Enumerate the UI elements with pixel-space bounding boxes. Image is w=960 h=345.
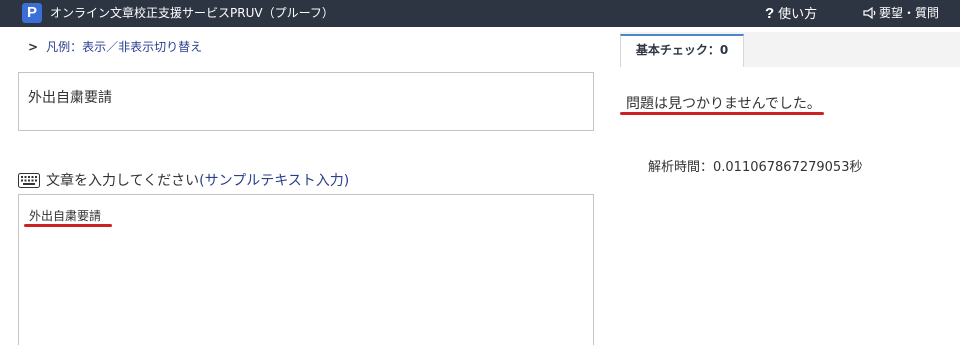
app-title: オンライン文章校正支援サービスPRUV（プルーフ） (50, 6, 334, 20)
body-text: 外出自粛要請 (29, 209, 102, 223)
results-panel: 基本チェック：0 問題は見つかりませんでした。 解析時間：0.011067867… (620, 32, 960, 345)
megaphone-icon (863, 6, 876, 20)
request-link[interactable]: 要望・質問 (862, 0, 939, 27)
legend-toggle[interactable]: > 凡例：表示／非表示切り替え (28, 38, 202, 55)
input-prompt: 文章を入力してください(サンプルテキスト入力) (18, 170, 349, 190)
chevron-right-icon: > (28, 40, 39, 54)
help-link[interactable]: ? 使い方 (765, 0, 817, 27)
help-label: 使い方 (778, 7, 818, 22)
tab-basic-check[interactable]: 基本チェック：0 (620, 34, 744, 67)
request-label: 要望・質問 (879, 6, 940, 20)
sample-text-link[interactable]: (サンプルテキスト入力) (199, 173, 349, 189)
analysis-time: 解析時間：0.011067867279053秒 (648, 160, 863, 175)
text-input[interactable]: 外出自粛要請 (18, 194, 594, 345)
input-prompt-label: 文章を入力してください (46, 173, 200, 189)
error-underline (24, 224, 112, 227)
top-bar: P オンライン文章校正支援サービスPRUV（プルーフ） ? 使い方 要望・質問 (0, 0, 960, 27)
keyboard-icon (18, 173, 40, 188)
legend-toggle-label: 凡例：表示／非表示切り替え (46, 40, 203, 54)
question-icon: ? (765, 5, 775, 22)
result-message: 問題は見つかりませんでした。 (626, 96, 821, 112)
app-logo[interactable]: P (22, 3, 42, 23)
title-input[interactable]: 外出自粛要請 (18, 72, 594, 131)
title-value: 外出自粛要請 (28, 90, 112, 106)
result-underline (620, 112, 824, 115)
